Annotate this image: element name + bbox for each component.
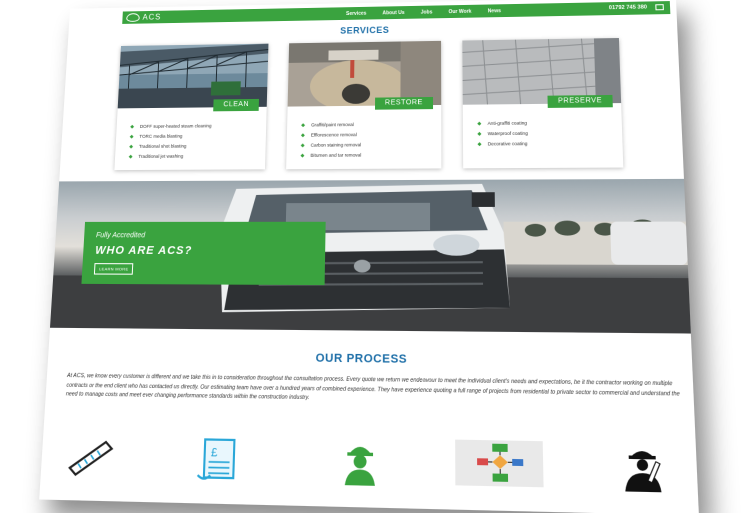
hero-kicker: Fully Accredited (96, 232, 145, 239)
list-item: ◆ TORC media blasting (130, 131, 212, 142)
bullet-icon: ◆ (301, 143, 305, 149)
list-item: ◆ Anti-graffiti coating (477, 118, 528, 129)
screenshot-stage: ACS Services About Us Jobs Our Work News… (0, 0, 745, 513)
mail-icon[interactable] (655, 4, 664, 10)
bullet-icon: ◆ (130, 124, 134, 130)
svg-text:£: £ (211, 446, 218, 460)
flowchart-icon (455, 440, 544, 494)
list-item: ◆ Decorative coating (477, 139, 528, 150)
list-item: ◆ Traditional jet washing (128, 151, 210, 162)
bullet-icon: ◆ (301, 133, 305, 139)
nav-item-our-work[interactable]: Our Work (448, 8, 471, 14)
clean-list: ◆ DOFF super-heated steam cleaning ◆ TORC … (128, 121, 211, 162)
bullet-icon: ◆ (477, 141, 481, 147)
nav-menu: Services About Us Jobs Our Work News (346, 4, 501, 20)
bullet-icon: ◆ (301, 122, 305, 128)
process-paragraph: At ACS, we know every customer is differ… (66, 372, 683, 409)
bullet-icon: ◆ (300, 153, 304, 159)
list-item: ◆ Bitumen and tar removal (300, 150, 361, 161)
list-item: ◆ Graffiti/paint removal (301, 120, 362, 131)
engineer-icon (617, 445, 668, 498)
nav-item-jobs[interactable]: Jobs (421, 9, 433, 15)
restore-list: ◆ Graffiti/paint removal ◆ Efflorescence r… (300, 120, 361, 161)
learn-more-button[interactable]: LEARN MORE (94, 263, 134, 275)
ruler-icon (63, 435, 117, 486)
nav-item-news[interactable]: News (488, 8, 501, 14)
process-heading: OUR PROCESS (48, 349, 693, 370)
hero-title: WHO ARE ACS? (95, 244, 193, 257)
bullet-icon: ◆ (477, 121, 481, 127)
hero-banner: Fully Accredited WHO ARE ACS? LEARN MORE (50, 179, 691, 334)
bullet-icon: ◆ (477, 131, 481, 137)
tag-preserve: PRESERVE (547, 95, 612, 108)
preserve-list: ◆ Anti-graffiti coating ◆ Waterproof coati… (477, 118, 528, 149)
list-item: ◆ Waterproof coating (477, 129, 528, 140)
nav-item-services[interactable]: Services (346, 10, 367, 16)
worker-icon (340, 440, 379, 492)
logo-text: ACS (142, 13, 161, 22)
service-card-restore[interactable]: RESTORE ◆ Graffiti/paint removal ◆ Efflore… (286, 41, 441, 169)
website-page: ACS Services About Us Jobs Our Work News… (39, 0, 699, 513)
accreditation-box: Fully Accredited WHO ARE ACS? LEARN MORE (81, 222, 325, 285)
list-item: ◆ Carbon staining removal (301, 140, 362, 151)
tag-restore: RESTORE (375, 97, 433, 110)
list-item: ◆ Traditional shot blasting (129, 141, 211, 152)
bullet-icon: ◆ (130, 134, 134, 140)
pound-invoice-icon: £ (193, 437, 245, 489)
nav-item-about-us[interactable]: About Us (382, 10, 404, 16)
logo[interactable]: ACS (126, 12, 161, 23)
bullet-icon: ◆ (129, 154, 133, 160)
logo-mark-icon (126, 13, 140, 22)
list-item: ◆ DOFF super-heated steam cleaning (130, 121, 212, 132)
list-item: ◆ Efflorescence removal (301, 130, 362, 141)
bullet-icon: ◆ (129, 144, 133, 150)
service-card-preserve[interactable]: PRESERVE ◆ Anti-graffiti coating ◆ Waterpr… (462, 38, 623, 168)
tag-clean: CLEAN (213, 99, 259, 111)
phone-number[interactable]: 01792 745 380 (609, 1, 648, 15)
service-card-clean[interactable]: CLEAN ◆ DOFF super-heated steam cleaning … (114, 44, 268, 170)
